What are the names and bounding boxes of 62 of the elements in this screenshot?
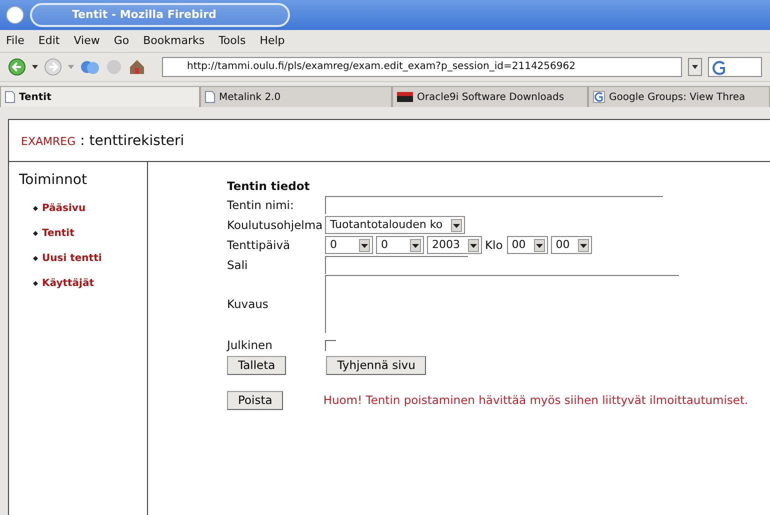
address-field[interactable]: http://tammi.oulu.fi/pls/examreg/exam.edit_exam?p_session_id=2114256962 (162, 57, 682, 77)
browser-tab[interactable]: Tentit (0, 86, 200, 107)
field-label: Koulutusohjelma (227, 216, 324, 234)
back-icon[interactable] (8, 58, 26, 76)
sidebar-link[interactable]: Uusi tentti (33, 251, 137, 266)
sidebar-link[interactable]: Pääsivu (33, 201, 137, 216)
caret-icon (534, 238, 545, 252)
caret-icon (410, 238, 421, 252)
home-icon[interactable] (128, 58, 146, 76)
sidebar-link[interactable]: Tentit (33, 226, 137, 241)
warning-text: Huom! Tentin poistaminen hävittää myös siihen liittyvät ilmoittautumiset. (323, 392, 748, 409)
sidebar-title: Toiminnot (19, 171, 88, 190)
sidebar-link[interactable]: Käyttäjät (33, 276, 137, 291)
public-checkbox[interactable] (325, 340, 336, 351)
bullet-icon (33, 206, 38, 211)
field-label: Tenttipäivä (227, 236, 292, 254)
google-icon (593, 91, 605, 103)
bullet-icon (33, 256, 38, 261)
otn-logo-icon (397, 92, 413, 102)
page-icon (205, 91, 215, 103)
menu-item[interactable]: View (74, 30, 100, 52)
form-button[interactable]: Tyhjennä sivu (326, 356, 426, 375)
menu-item[interactable]: Help (260, 30, 285, 52)
browser-tab[interactable]: Google Groups: View Threa (588, 86, 770, 107)
dropdown-button[interactable] (688, 58, 702, 76)
time-label: Klo (485, 236, 503, 254)
menu-item[interactable]: Bookmarks (143, 30, 205, 52)
dropdown-icon[interactable] (32, 65, 38, 69)
text-field[interactable] (325, 256, 468, 274)
menu-item[interactable]: File (6, 30, 24, 52)
page-icon (5, 91, 15, 103)
page-title: : tenttirekisteri (80, 133, 184, 149)
forward-icon[interactable] (44, 58, 62, 76)
month-select[interactable]: 0 (376, 236, 424, 254)
brand-text: EXAMREG (21, 135, 76, 148)
field-label: Julkinen (227, 336, 274, 354)
caret-icon (578, 238, 589, 252)
field-label: Sali (227, 256, 249, 274)
window-menu-button[interactable] (6, 6, 24, 24)
caret-icon (450, 218, 462, 232)
field-label: Tentin nimi: (227, 196, 295, 214)
menu-item[interactable]: Tools (218, 30, 246, 52)
browser-tab[interactable]: Metalink 2.0 (200, 86, 392, 107)
minute-select[interactable]: 00 (550, 236, 592, 254)
field-label: Kuvaus (227, 296, 270, 313)
form-title: Tentin tiedot (227, 178, 311, 195)
menu-item[interactable]: Edit (38, 30, 60, 52)
caret-icon (359, 238, 370, 252)
browser-tab[interactable]: Oracle9i Software Downloads (392, 86, 588, 107)
search-field[interactable] (708, 57, 762, 77)
menu-item[interactable]: Go (114, 30, 130, 52)
bullet-icon (33, 281, 38, 286)
search-engine-icon (712, 60, 726, 76)
delete-button[interactable]: Poista (227, 390, 284, 410)
bullet-icon (33, 231, 38, 236)
caret-icon (468, 238, 479, 252)
day-select[interactable]: 0 (325, 236, 373, 254)
program-select[interactable]: Tuotantotalouden ko (325, 216, 465, 234)
hour-select[interactable]: 00 (506, 236, 548, 254)
year-select[interactable]: 2003 (427, 236, 482, 254)
form-button[interactable]: Talleta (227, 356, 286, 375)
window-title: Tentit - Mozilla Firebird (30, 3, 290, 27)
